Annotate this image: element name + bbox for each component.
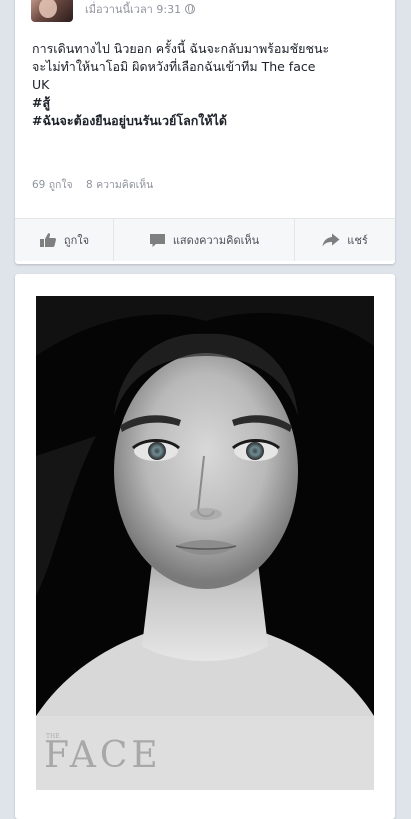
likes-count[interactable]: 69 ถูกใจ: [32, 179, 73, 191]
portrait-image: [36, 296, 374, 790]
comment-icon: [149, 233, 165, 247]
post-text: การเดินทางไป นิวยอก ครั้งนี้ ฉันจะกลับมา…: [32, 40, 384, 130]
hashtag-link[interactable]: #สู้: [32, 94, 384, 112]
post-text-line: UK: [32, 77, 50, 92]
timestamp-text[interactable]: เมื่อวานนี้เวลา 9:31: [85, 3, 181, 16]
comment-button[interactable]: แสดงความคิดเห็น: [113, 219, 294, 261]
thumbs-up-icon: [39, 233, 56, 247]
globe-icon: [185, 4, 196, 14]
post-header: เมื่อวานนี้เวลา 9:31: [31, 0, 196, 22]
post-photo[interactable]: THE FACE: [36, 296, 374, 790]
post-timestamp[interactable]: เมื่อวานนี้เวลา 9:31: [85, 0, 196, 18]
the-face-watermark: FACE: [44, 735, 162, 776]
share-label: แชร์: [347, 234, 368, 247]
photo-card: THE FACE: [15, 274, 395, 819]
share-button[interactable]: แชร์: [294, 219, 395, 261]
comment-label: แสดงความคิดเห็น: [172, 234, 260, 247]
post-text-line: การเดินทางไป นิวยอก ครั้งนี้ ฉันจะกลับมา…: [32, 41, 330, 56]
comments-count[interactable]: 8 ความคิดเห็น: [86, 179, 153, 191]
action-bar: ถูกใจ แสดงความคิดเห็น แชร์: [15, 218, 395, 261]
share-arrow-icon: [322, 233, 340, 247]
like-button[interactable]: ถูกใจ: [15, 219, 113, 261]
post-card: เมื่อวานนี้เวลา 9:31 การเดินทางไป นิวยอก…: [15, 0, 395, 264]
post-text-line: จะไม่ทำให้นาโอมิ ผิดหวังที่เลือกฉันเข้าท…: [32, 59, 316, 74]
hashtag-link[interactable]: #ฉันจะต้องยืนอยู่บนรันเวย์โลกให้ได้: [32, 112, 384, 130]
post-stats: 69 ถูกใจ 8 ความคิดเห็น: [32, 176, 153, 193]
avatar[interactable]: [31, 0, 73, 22]
like-label: ถูกใจ: [63, 234, 90, 247]
